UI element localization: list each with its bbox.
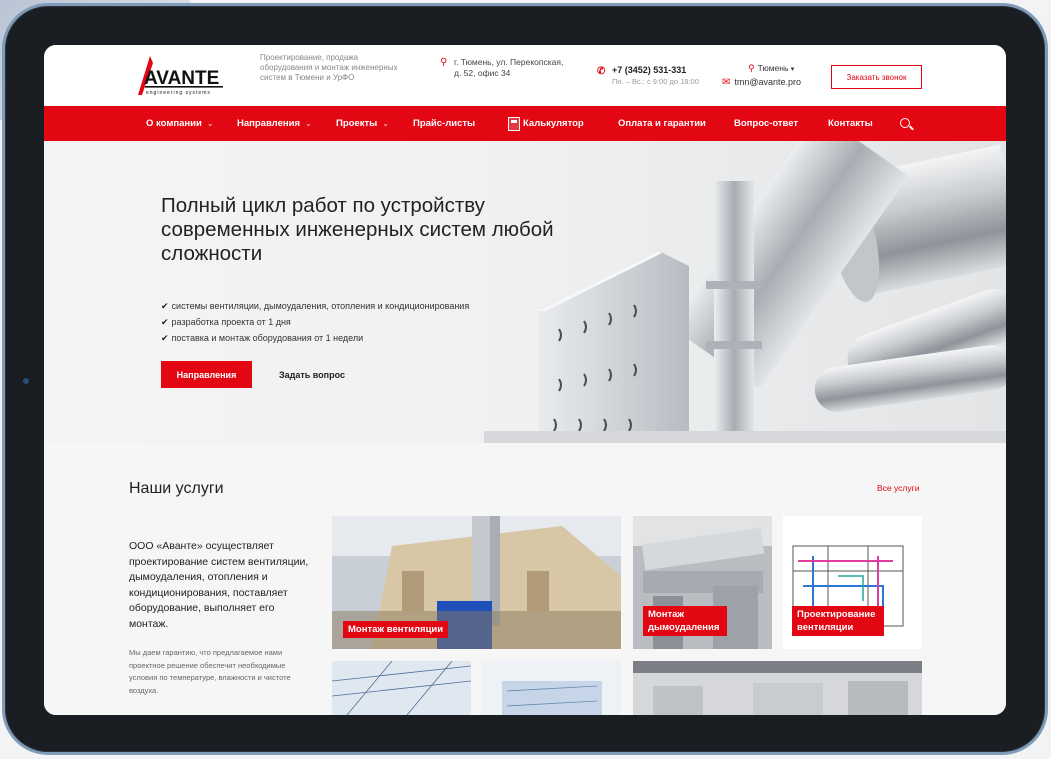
service-tile-equipment[interactable] [633, 661, 922, 715]
city-name: Тюмень [757, 63, 789, 73]
nav-item-label: Калькулятор [523, 118, 584, 129]
hero-banner: Полный цикл работ по устройству современ… [44, 141, 1006, 443]
search-icon[interactable] [900, 118, 910, 128]
nav-item-price-lists[interactable]: Прайс-листы [413, 106, 475, 141]
location-pin-icon: ⚲ [440, 57, 448, 68]
chevron-down-icon: ⌄ [382, 119, 389, 128]
directions-button[interactable]: Направления [161, 361, 252, 388]
logo-wordmark: AVANTE [144, 68, 219, 89]
hero-title: Полный цикл работ по устройству современ… [161, 194, 554, 265]
nav-item-projects[interactable]: Проекты ⌄ [336, 106, 389, 141]
email-address: tmn@avante.pro [734, 77, 802, 87]
all-services-link[interactable]: Все услуги [877, 483, 919, 493]
services-note: Мы даем гарантию, что предлагаемое нами … [129, 648, 291, 695]
chevron-down-icon: ⌄ [305, 119, 312, 128]
checkmark-icon: ✔ [161, 317, 169, 327]
mail-icon: ✉ [722, 77, 731, 88]
phone-number: +7 (3452) 531-331 [612, 65, 687, 75]
nav-item-label: Направления [237, 118, 300, 129]
benefit-item: ✔ системы вентиляции, дымоудаления, отопл… [161, 298, 469, 314]
blueprint-roll-photo [482, 661, 621, 715]
services-title: Наши услуги [129, 480, 224, 497]
avante-logo[interactable]: AVANTE engineering systems [130, 55, 226, 97]
rooftop-units-photo [633, 661, 922, 715]
website-screen: AVANTE engineering systems Проектировани… [44, 45, 1006, 715]
email-link[interactable]: ✉ tmn@avante.pro [722, 77, 801, 88]
address-text: г. Тюмень, ул. Перекопская, д. 52, офис … [454, 57, 564, 78]
checkmark-icon: ✔ [161, 301, 169, 311]
nav-item-contacts[interactable]: Контакты [828, 106, 873, 141]
phone-link[interactable]: ✆ +7 (3452) 531-331 [597, 65, 687, 77]
address-block: ⚲ г. Тюмень, ул. Перекопская, д. 52, офи… [440, 57, 564, 79]
nav-item-calculator[interactable]: Калькулятор [508, 106, 584, 141]
nav-item-faq[interactable]: Вопрос-ответ [734, 106, 798, 141]
order-call-button[interactable]: Заказать звонок [831, 65, 922, 89]
city-pin-icon: ⚲ [748, 63, 755, 73]
nav-item-label: Контакты [828, 118, 873, 129]
ventilation-ducts-image [484, 141, 1006, 443]
nav-item-about[interactable]: О компании ⌄ [146, 106, 214, 141]
nav-item-label: Вопрос-ответ [734, 118, 799, 129]
benefit-item: ✔ поставка и монтаж оборудования от 1 нед… [161, 330, 469, 346]
service-tile-ventilation-install[interactable]: Монтаж вентиляции [332, 516, 621, 649]
site-tagline: Проектирование, продажа оборудования и м… [260, 53, 398, 82]
calculator-icon [508, 116, 520, 131]
site-header: AVANTE engineering systems Проектировани… [44, 45, 1006, 105]
phone-icon: ✆ [597, 66, 606, 77]
benefit-text: разработка проекта от 1 дня [171, 317, 291, 327]
city-selector[interactable]: ⚲ Тюмень ▾ [748, 63, 794, 74]
services-section: Наши услуги Все услуги ООО «Аванте» осущ… [44, 443, 1006, 715]
blueprint-photo [332, 661, 471, 715]
working-hours: Пн. – Вс.: с 9:00 до 18:00 [612, 77, 699, 86]
service-tile-label: Монтаж дымоудаления [643, 606, 727, 636]
main-navigation: О компании ⌄ Направления ⌄ Проекты ⌄ Прайс-… [44, 106, 1006, 141]
checkmark-icon: ✔ [161, 333, 169, 343]
nav-item-label: Прайс-листы [413, 118, 476, 129]
service-tile-blueprint-1[interactable] [332, 661, 471, 715]
service-tile-label: Проектирование вентиляции [792, 606, 884, 636]
service-tile-label: Монтаж вентиляции [343, 621, 449, 638]
camera-dot [23, 378, 29, 384]
nav-item-directions[interactable]: Направления ⌄ [237, 106, 312, 141]
service-tile-ventilation-design[interactable]: Проектирование вентиляции [783, 516, 922, 649]
nav-item-label: Оплата и гарантии [618, 118, 706, 129]
hero-benefits-list: ✔ системы вентиляции, дымоудаления, отопл… [161, 298, 469, 346]
service-tile-blueprint-2[interactable] [482, 661, 621, 715]
chevron-down-icon: ▾ [790, 66, 795, 73]
nav-item-label: Проекты [336, 118, 378, 129]
nav-item-payment[interactable]: Оплата и гарантии [618, 106, 706, 141]
chevron-down-icon: ⌄ [206, 119, 214, 128]
benefit-text: системы вентиляции, дымоудаления, отопле… [171, 301, 470, 311]
service-tile-smoke-install[interactable]: Монтаж дымоудаления [633, 516, 772, 649]
benefit-item: ✔ разработка проекта от 1 дня [161, 314, 469, 330]
logo-subtitle: engineering systems [146, 90, 211, 96]
nav-item-label: О компании [146, 118, 202, 129]
services-description: ООО «Аванте» осуществляет проектирование… [129, 540, 309, 630]
benefit-text: поставка и монтаж оборудования от 1 неде… [171, 333, 364, 343]
ask-question-button[interactable]: Задать вопрос [272, 361, 352, 388]
